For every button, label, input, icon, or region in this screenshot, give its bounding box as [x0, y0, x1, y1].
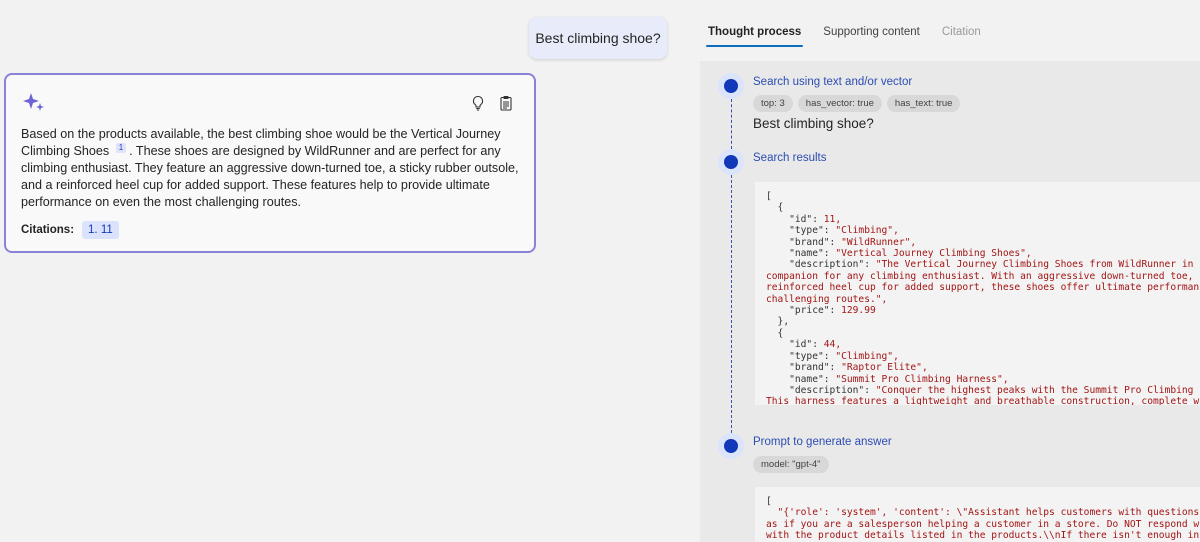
prompt-code: [ "{'role': 'system', 'content': \"Assis…: [755, 487, 1200, 542]
user-message-bubble: Best climbing shoe?: [529, 17, 667, 59]
sparkle-icon: [23, 93, 44, 111]
tab-thought-process[interactable]: Thought process: [705, 26, 804, 47]
step-dot: [718, 149, 744, 175]
code-line: [: [766, 191, 772, 202]
code-line: "name": "Vertical Journey Climbing Shoes…: [766, 248, 1032, 260]
code-line: "id": 11,: [766, 213, 842, 225]
param-chip: model: "gpt-4": [753, 456, 829, 473]
code-line: challenging routes.",: [766, 293, 888, 305]
code-line: reinforced heel cup for added support, t…: [766, 282, 1200, 294]
code-line: "id": 44,: [766, 339, 842, 351]
code-line: {: [766, 202, 784, 214]
code-line: [: [766, 496, 772, 507]
code-line: "brand": "WildRunner",: [766, 236, 917, 248]
code-line: "name": "Summit Pro Climbing Harness",: [766, 373, 1009, 385]
param-chip: top: 3: [753, 95, 793, 112]
step-dot: [718, 73, 744, 99]
code-line: with the product details listed in the p…: [766, 530, 1200, 542]
code-line: "description": "The Vertical Journey Cli…: [766, 259, 1194, 271]
code-line: "description": "Conquer the highest peak…: [766, 384, 1194, 396]
step-title: Prompt to generate answer: [753, 436, 892, 448]
citation-link[interactable]: 1. 11: [82, 221, 119, 239]
step-title: Search results: [753, 152, 827, 164]
panel-tabs: Thought process Supporting content Citat…: [705, 26, 981, 47]
citation-marker[interactable]: 1: [115, 143, 127, 153]
step-chips: top: 3 has_vector: true has_text: true: [753, 95, 961, 112]
param-chip: has_vector: true: [797, 95, 882, 112]
code-line: "{'role': 'system', 'content': \"Assista…: [766, 507, 1200, 519]
answer-card: Based on the products available, the bes…: [4, 73, 536, 253]
search-query: Best climbing shoe?: [753, 116, 874, 131]
lightbulb-icon[interactable]: [470, 95, 486, 111]
answer-text: Based on the products available, the bes…: [21, 126, 521, 211]
code-line: This harness features a lightweight and …: [766, 396, 1200, 405]
citations-label: Citations:: [21, 224, 75, 236]
code-line: {: [766, 327, 784, 339]
citations: Citations: 1. 11: [21, 221, 119, 239]
code-line: "type": "Climbing",: [766, 225, 899, 237]
code-line: as if you are a salesperson helping a cu…: [766, 518, 1200, 530]
tab-citation: Citation: [941, 26, 981, 38]
step-chips: model: "gpt-4": [753, 456, 829, 473]
step-dot: [718, 433, 744, 459]
param-chip: has_text: true: [886, 95, 961, 112]
code-line: "type": "Climbing",: [766, 350, 899, 362]
step-title: Search using text and/or vector: [753, 76, 913, 88]
user-message-text: Best climbing shoe?: [535, 30, 661, 46]
code-line: companion for any climbing enthusiast. W…: [766, 270, 1194, 282]
code-line: "brand": "Raptor Elite",: [766, 362, 928, 374]
search-results-code: [ { "id": 11, "type": "Climbing", "brand…: [755, 182, 1200, 405]
timeline-connector: [731, 99, 732, 149]
timeline-connector: [731, 175, 732, 433]
code-line: },: [766, 316, 790, 328]
thought-process-panel: Search using text and/or vector top: 3 h…: [700, 61, 1200, 542]
tab-supporting-content[interactable]: Supporting content: [823, 26, 920, 46]
clipboard-icon[interactable]: [498, 95, 514, 111]
code-line: "price": 129.99: [766, 305, 876, 317]
